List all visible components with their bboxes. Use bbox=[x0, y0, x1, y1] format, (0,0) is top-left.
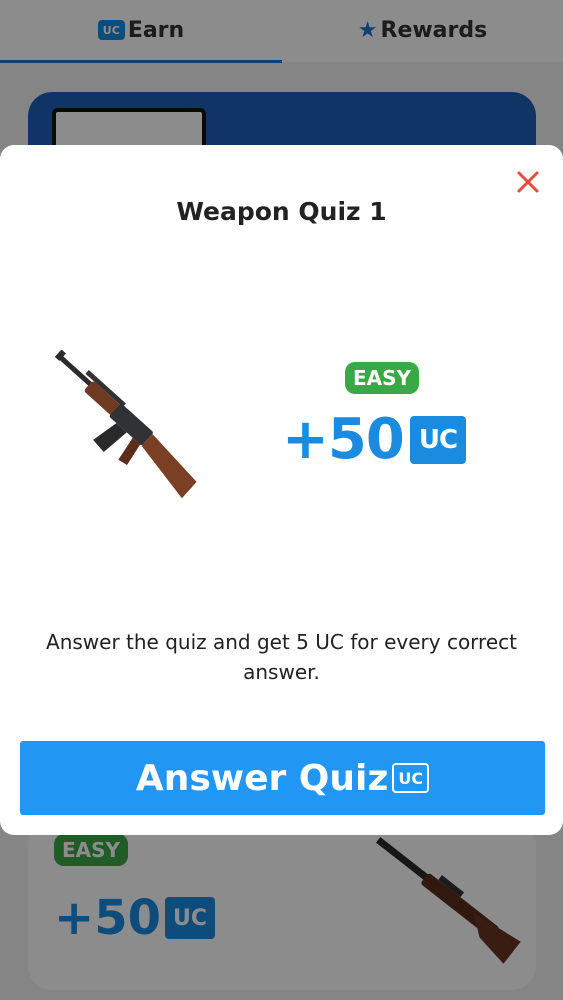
answer-quiz-button[interactable]: Answer Quiz UC bbox=[20, 741, 545, 815]
difficulty-badge: EASY bbox=[345, 362, 420, 394]
close-icon[interactable] bbox=[513, 167, 543, 197]
uc-icon: UC bbox=[409, 415, 467, 464]
quiz-modal: Weapon Quiz 1 EASY +50 UC Answer the qui… bbox=[0, 145, 563, 835]
quiz-description: Answer the quiz and get 5 UC for every c… bbox=[46, 630, 517, 684]
uc-icon: UC bbox=[392, 763, 430, 793]
modal-title: Weapon Quiz 1 bbox=[176, 197, 387, 226]
assault-rifle-icon bbox=[54, 350, 197, 499]
reward-amount: +50 UC bbox=[282, 407, 467, 472]
answer-quiz-label: Answer Quiz bbox=[135, 757, 389, 799]
reward-value: +50 bbox=[282, 407, 405, 472]
